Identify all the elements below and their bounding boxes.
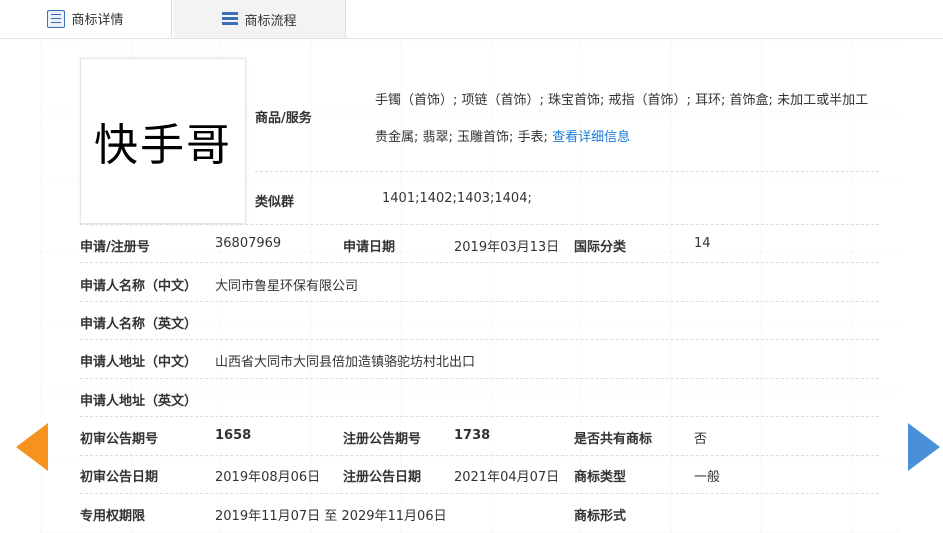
divider <box>80 455 879 456</box>
prelim-date-label: 初审公告日期 <box>80 470 159 485</box>
tm-form-label: 商标形式 <box>574 509 627 524</box>
address-cn-value: 山西省大同市大同县倍加造镇骆驼坊村北出口 <box>215 355 476 370</box>
goods-services-label: 商品/服务 <box>255 111 312 126</box>
exclusive-period-value: 2019年11月07日 至 2029年11月06日 <box>215 509 447 524</box>
tab-label: 商标详情 <box>71 13 124 28</box>
shared-value: 否 <box>694 432 708 447</box>
divider <box>80 262 879 263</box>
tm-type-label: 商标类型 <box>574 470 627 485</box>
divider <box>80 378 879 379</box>
similar-group-label: 类似群 <box>255 195 295 210</box>
applicant-cn-label: 申请人名称（中文） <box>80 279 198 294</box>
prelim-no-value: 1658 <box>215 428 252 443</box>
trademark-logo-text: 快手哥 <box>94 120 232 171</box>
address-en-label: 申请人地址（英文） <box>80 394 198 409</box>
tab-label: 商标流程 <box>244 13 297 29</box>
divider <box>80 301 879 302</box>
prev-arrow-icon[interactable] <box>16 423 48 471</box>
document-icon <box>47 9 66 28</box>
tab-trademark-process[interactable]: 商标流程 <box>174 0 346 38</box>
tab-bar: 商标详情 商标流程 <box>0 0 943 39</box>
list-icon <box>222 12 239 26</box>
reg-pub-date-value: 2021年04月07日 <box>454 470 560 485</box>
prelim-no-label: 初审公告期号 <box>80 432 159 447</box>
similar-group-value: 1401;1402;1403;1404; <box>382 191 532 206</box>
apply-date-value: 2019年03月13日 <box>454 240 560 255</box>
reg-no-label: 申请/注册号 <box>80 240 150 255</box>
apply-date-label: 申请日期 <box>343 240 396 255</box>
tm-type-value: 一般 <box>694 470 721 485</box>
goods-services-text: 贵金属; 翡翠; 玉雕首饰; 手表; <box>375 130 548 145</box>
divider <box>80 493 879 494</box>
reg-pub-no-label: 注册公告期号 <box>343 432 422 447</box>
intl-class-label: 国际分类 <box>574 240 627 255</box>
divider <box>255 171 879 172</box>
reg-no-value: 36807969 <box>215 236 282 251</box>
reg-pub-date-label: 注册公告日期 <box>343 470 422 485</box>
prelim-date-value: 2019年08月06日 <box>215 470 321 485</box>
intl-class-value: 14 <box>694 236 711 251</box>
tab-trademark-details[interactable]: 商标详情 <box>0 0 172 38</box>
divider <box>80 416 879 417</box>
goods-services-line1: 手镯（首饰）; 项链（首饰）; 珠宝首饰; 戒指（首饰）; 耳环; 首饰盒; 未… <box>375 93 869 108</box>
divider <box>80 224 879 225</box>
exclusive-period-label: 专用权期限 <box>80 509 146 524</box>
trademark-image: 快手哥 <box>80 58 246 224</box>
reg-pub-no-value: 1738 <box>454 428 491 443</box>
divider <box>80 339 879 340</box>
goods-services-line2: 贵金属; 翡翠; 玉雕首饰; 手表; 查看详细信息 <box>375 126 630 145</box>
view-details-link[interactable]: 查看详细信息 <box>552 130 630 145</box>
next-arrow-icon[interactable] <box>908 423 940 471</box>
applicant-cn-value: 大同市鲁星环保有限公司 <box>215 279 359 294</box>
shared-label: 是否共有商标 <box>574 432 653 447</box>
applicant-en-label: 申请人名称（英文） <box>80 317 198 332</box>
address-cn-label: 申请人地址（中文） <box>80 355 198 370</box>
